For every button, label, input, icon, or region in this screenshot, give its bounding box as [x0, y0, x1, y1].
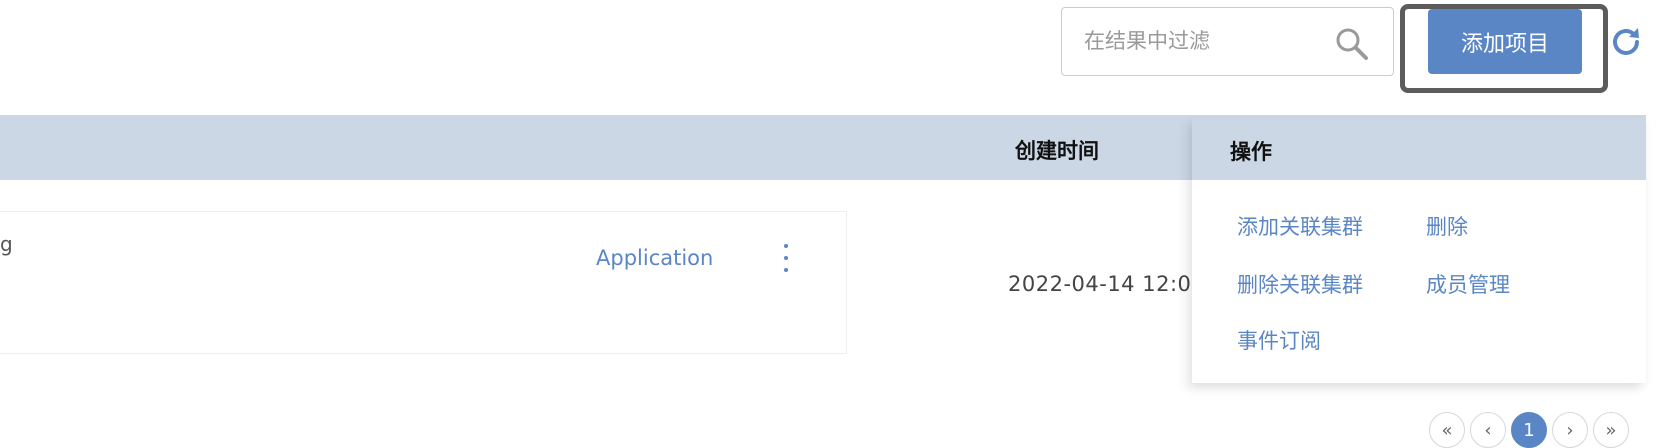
pagination-next-button[interactable]: › — [1552, 412, 1588, 448]
column-header-actions: 操作 — [1230, 140, 1272, 164]
pagination-prev-button[interactable]: ‹ — [1470, 412, 1506, 448]
filter-input[interactable] — [1082, 20, 1316, 62]
actions-dropdown-menu: 操作 添加关联集群 删除 删除关联集群 成员管理 事件订阅 — [1192, 118, 1646, 383]
pagination-first-button[interactable]: « — [1429, 412, 1465, 448]
add-project-button[interactable]: 添加项目 — [1428, 9, 1582, 74]
pagination-last-button[interactable]: » — [1593, 412, 1629, 448]
menu-item-add-cluster[interactable]: 添加关联集群 — [1237, 211, 1363, 241]
menu-item-delete[interactable]: 删除 — [1426, 211, 1468, 241]
column-header-created-time: 创建时间 — [1015, 139, 1099, 163]
row-type-link[interactable]: Application — [596, 246, 713, 270]
table-row — [0, 211, 847, 354]
row-created-time: 2022-04-14 12:0 — [1008, 272, 1192, 296]
actions-menu-header: 操作 — [1192, 118, 1646, 180]
filter-search-box[interactable] — [1061, 7, 1394, 76]
search-icon[interactable] — [1334, 26, 1370, 62]
pagination-page-1[interactable]: 1 — [1511, 412, 1547, 448]
menu-item-member-management[interactable]: 成员管理 — [1426, 269, 1510, 299]
refresh-icon[interactable] — [1608, 24, 1644, 60]
more-options-icon[interactable] — [776, 244, 796, 278]
row-name-fragment: g — [0, 232, 13, 256]
menu-item-event-subscription[interactable]: 事件订阅 — [1237, 325, 1321, 355]
menu-item-remove-cluster[interactable]: 删除关联集群 — [1237, 269, 1363, 299]
